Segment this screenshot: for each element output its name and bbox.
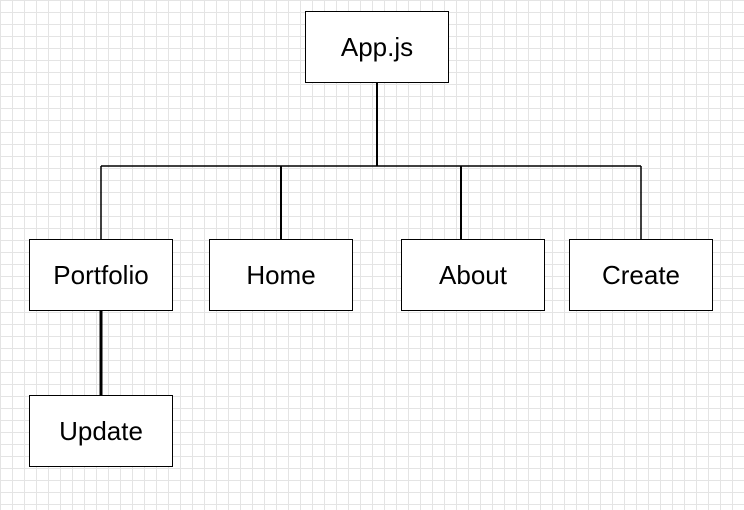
node-home: Home xyxy=(209,239,353,311)
node-create: Create xyxy=(569,239,713,311)
component-tree-diagram: App.js Portfolio Home About Create Updat… xyxy=(0,0,744,510)
node-portfolio: Portfolio xyxy=(29,239,173,311)
node-app-js: App.js xyxy=(305,11,449,83)
node-about: About xyxy=(401,239,545,311)
node-update: Update xyxy=(29,395,173,467)
